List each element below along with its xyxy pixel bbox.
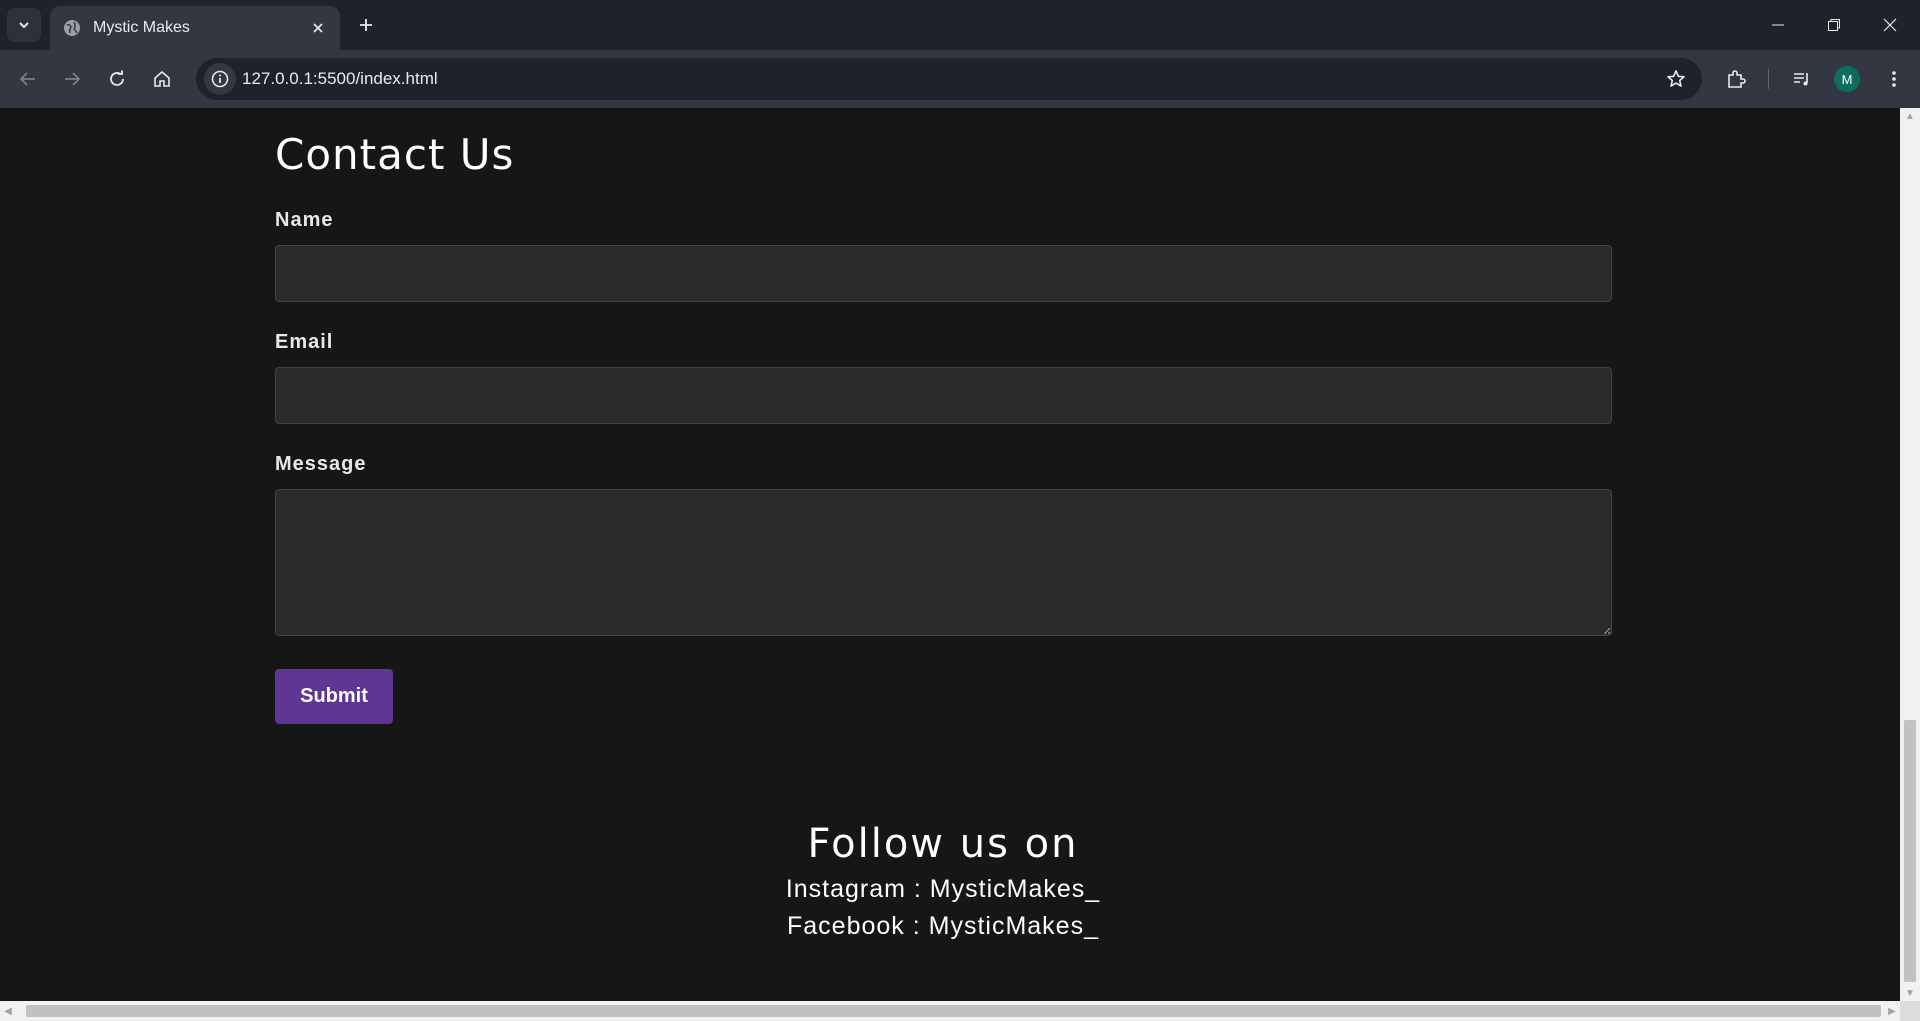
message-textarea[interactable] [275,489,1612,636]
forward-button[interactable] [56,63,88,95]
bookmark-button[interactable] [1660,63,1692,95]
scroll-left-icon[interactable]: ◀ [0,1001,16,1021]
facebook-handle: Facebook : MysticMakes_ [787,912,1099,940]
home-icon [154,70,170,87]
home-button[interactable] [146,63,178,95]
email-label: Email [275,331,334,353]
puzzle-icon [1728,70,1746,88]
email-input[interactable] [275,367,1612,424]
restore-button[interactable] [1806,0,1862,50]
reload-button[interactable] [101,63,133,95]
back-button[interactable] [12,63,44,95]
globe-icon [63,19,81,37]
url-text: 127.0.0.1:5500/index.html [242,69,438,88]
contact-heading: Contact Us [275,130,515,179]
close-window-button[interactable] [1862,0,1918,50]
scroll-up-icon[interactable]: ▲ [1900,108,1920,124]
media-queue-icon [1794,73,1808,86]
submit-button[interactable]: Submit [275,669,393,724]
kebab-menu-icon [1892,71,1896,87]
page-viewport: Contact Us Name Email Message Submit Fol… [0,108,1900,1001]
message-label: Message [275,453,367,475]
browser-toolbar: 127.0.0.1:5500/index.html M [0,50,1920,108]
scrollbar-corner [1900,1001,1920,1021]
chevron-down-icon [19,22,29,29]
toolbar-divider [1768,69,1769,89]
extensions-button[interactable] [1720,63,1752,95]
vertical-scroll-thumb[interactable] [1904,720,1916,982]
star-icon [1667,70,1685,87]
scroll-right-icon[interactable]: ▶ [1884,1001,1900,1021]
arrow-right-icon [65,72,81,86]
name-input[interactable] [275,245,1612,302]
vertical-scrollbar[interactable]: ▲ ▼ [1900,108,1920,1001]
minimize-button[interactable] [1750,0,1806,50]
scroll-down-icon[interactable]: ▼ [1900,985,1920,1001]
tab-list-button[interactable] [7,8,41,42]
tab-title: Mystic Makes [93,19,190,36]
plus-icon [360,19,372,31]
horizontal-scrollbar[interactable]: ◀ ▶ [0,1001,1900,1021]
close-icon [1883,18,1897,32]
media-controls-button[interactable] [1786,63,1818,95]
follow-heading: Follow us on [807,821,1079,867]
close-icon [313,23,323,33]
minimize-icon [1772,24,1784,26]
close-tab-button[interactable] [306,16,330,40]
address-bar[interactable]: 127.0.0.1:5500/index.html [196,58,1702,100]
name-label: Name [275,209,334,231]
browser-menu-button[interactable] [1878,63,1910,95]
footer: Follow us on Instagram : MysticMakes_ Fa… [0,821,1886,941]
new-tab-button[interactable] [352,11,380,39]
reload-icon [110,70,124,86]
site-info-button[interactable] [204,63,236,95]
arrow-left-icon [19,72,35,86]
tab-mystic-makes[interactable]: Mystic Makes [50,6,340,50]
browser-tab-strip: Mystic Makes [0,0,1920,50]
horizontal-scroll-thumb[interactable] [26,1005,1881,1017]
instagram-handle: Instagram : MysticMakes_ [785,875,1101,903]
profile-avatar[interactable]: M [1834,66,1860,92]
restore-icon [1828,19,1840,31]
info-icon [211,70,229,88]
